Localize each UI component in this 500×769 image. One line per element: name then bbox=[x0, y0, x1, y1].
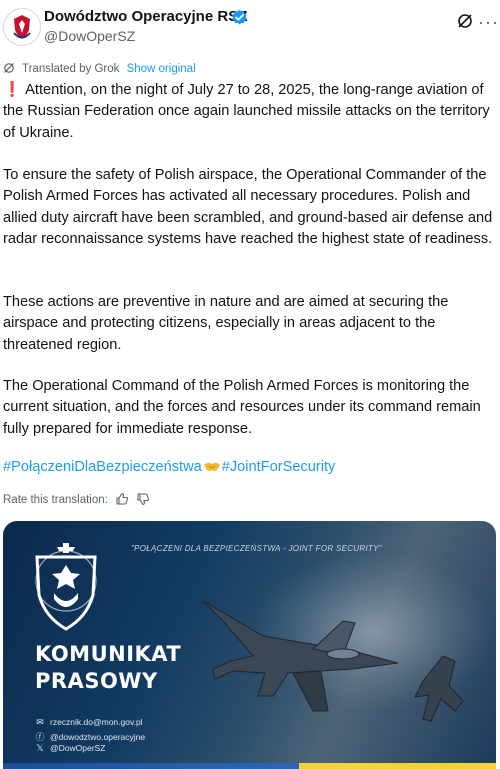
tweet-paragraph-4: The Operational Command of the Polish Ar… bbox=[3, 378, 481, 437]
contact-facebook: ⓕ @dowodztwo.operacyjne bbox=[35, 732, 146, 742]
contact-x: 𝕏 @DowOperSZ bbox=[36, 743, 106, 753]
contact-email: ✉ rzecznik.do@mon.gov.pl bbox=[36, 717, 143, 727]
thumbs-down-icon[interactable] bbox=[136, 492, 150, 506]
hashtags: #PołączeniDlaBezpieczeństwa #JointForSec… bbox=[3, 459, 335, 475]
media-title-line-2: PRASOWY bbox=[35, 669, 158, 693]
grok-translate-icon bbox=[4, 63, 14, 73]
exclamation-icon: ❗ bbox=[3, 82, 22, 98]
operational-command-emblem-icon bbox=[35, 543, 97, 631]
hashtag-polaczeni[interactable]: #PołączeniDlaBezpieczeństwa bbox=[3, 459, 202, 475]
tweet-paragraph-3: These actions are preventive in nature a… bbox=[3, 294, 449, 353]
fighter-jets-illustration bbox=[202, 600, 464, 722]
press-release-image[interactable]: "POŁĄCZENI DLA BEZPIECZEŃSTWA - JOINT FO… bbox=[3, 521, 496, 769]
x-logo-icon: 𝕏 bbox=[36, 743, 44, 753]
verified-badge-icon bbox=[232, 9, 247, 25]
author-display-name[interactable]: Dowództwo Operacyjne RSZ bbox=[44, 8, 247, 25]
author-avatar[interactable] bbox=[3, 8, 41, 46]
facebook-icon: ⓕ bbox=[35, 732, 45, 742]
translation-notice: Translated by Grok Show original bbox=[3, 62, 196, 78]
author-handle[interactable]: @DowOperSZ bbox=[44, 28, 135, 44]
handshake-icon bbox=[203, 462, 220, 471]
tweet-paragraph-2: To ensure the safety of Polish airspace,… bbox=[3, 167, 493, 247]
grok-icon[interactable] bbox=[456, 12, 474, 30]
media-slogan: "POŁĄCZENI DLA BEZPIECZEŃSTWA - JOINT FO… bbox=[131, 544, 382, 553]
hashtag-joint-for-security[interactable]: #JointForSecurity bbox=[222, 459, 336, 475]
translated-by-label: Translated by Grok bbox=[22, 63, 120, 75]
mail-icon: ✉ bbox=[36, 717, 44, 727]
more-options-icon[interactable]: ··· bbox=[478, 12, 499, 33]
thumbs-up-icon[interactable] bbox=[115, 492, 129, 506]
rate-translation-label: Rate this translation: bbox=[3, 494, 108, 506]
flag-strip bbox=[3, 763, 496, 769]
media-title-line-1: KOMUNIKAT bbox=[35, 642, 182, 666]
tweet-paragraph-1: ❗ Attention, on the night of July 27 to 2… bbox=[3, 82, 490, 141]
show-original-link[interactable]: Show original bbox=[127, 63, 196, 75]
tweet-header: Dowództwo Operacyjne RSZ @DowOperSZ ··· bbox=[0, 0, 500, 56]
rate-translation: Rate this translation: bbox=[3, 492, 150, 506]
